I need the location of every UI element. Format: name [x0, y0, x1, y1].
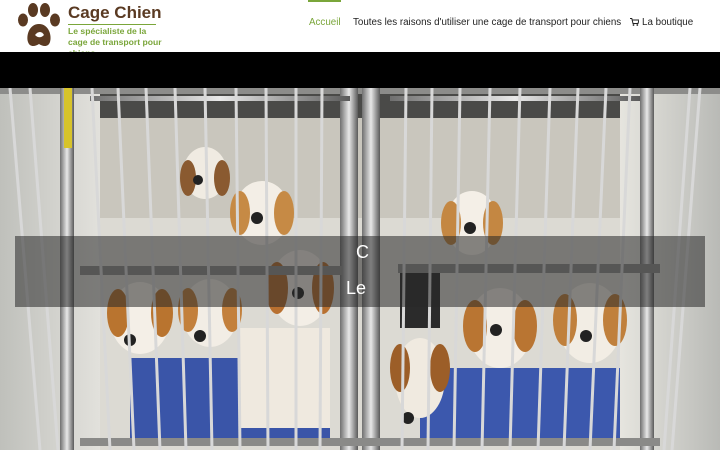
nav-active-indicator [308, 0, 341, 2]
nav-item-raisons[interactable]: Toutes les raisons d'utiliser une cage d… [353, 17, 621, 28]
main-nav: Accueil Toutes les raisons d'utiliser un… [0, 0, 720, 52]
nav-item-accueil[interactable]: Accueil [309, 17, 341, 28]
cart-icon [630, 18, 639, 26]
nav-item-boutique-label: La boutique [642, 17, 694, 28]
site-header: Cage Chien Le spécialiste de la cage de … [0, 0, 720, 58]
nav-item-boutique[interactable]: La boutique [630, 17, 693, 28]
hero-title: C [356, 242, 369, 262]
header-band [0, 52, 720, 88]
hero-subtitle: Le [346, 278, 367, 298]
